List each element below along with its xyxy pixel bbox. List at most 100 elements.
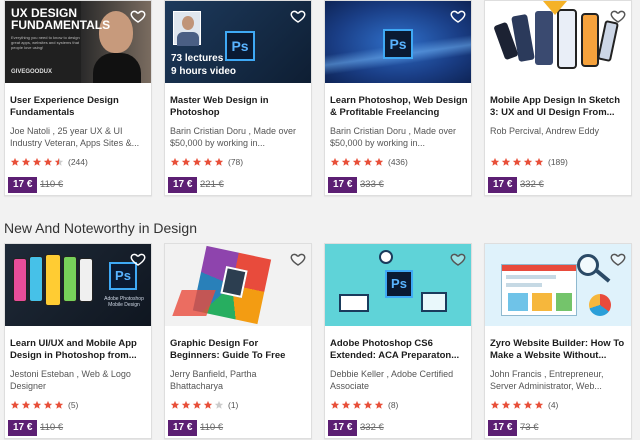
lecture-count: 73 lectures xyxy=(171,53,224,64)
thumbnail-heading: UX DESIGN FUNDAMENTALS xyxy=(11,6,111,32)
video-length: 9 hours video xyxy=(171,66,237,77)
phone-mockup xyxy=(29,256,43,302)
pie-chart-icon xyxy=(589,294,611,316)
rating-stars xyxy=(170,400,225,410)
course-rating: (8) xyxy=(330,399,398,411)
star-icon xyxy=(352,157,362,166)
course-price: 17 € xyxy=(8,177,38,193)
browser-window xyxy=(501,264,577,316)
wishlist-heart-icon[interactable] xyxy=(290,8,306,24)
wishlist-heart-icon[interactable] xyxy=(450,251,466,267)
wishlist-heart-icon[interactable] xyxy=(130,251,146,267)
course-old-price: 110 € xyxy=(40,179,64,190)
phone-mockup xyxy=(63,256,77,302)
star-icon xyxy=(10,157,20,166)
star-icon xyxy=(374,400,384,409)
star-icon xyxy=(21,400,31,409)
course-title[interactable]: Zyro Website Builder: How To Make a Webs… xyxy=(490,338,628,362)
thumbnail-caption: Adobe Photoshop Mobile Design xyxy=(104,296,144,308)
course-rating: (4) xyxy=(490,399,558,411)
course-title[interactable]: Mobile App Design In Sketch 3: UX and UI… xyxy=(490,95,628,119)
star-icon xyxy=(490,157,500,166)
course-author: Rob Percival, Andrew Eddy xyxy=(490,126,600,136)
phone-mockup xyxy=(581,13,599,67)
star-icon xyxy=(330,157,340,166)
rating-stars xyxy=(10,157,65,167)
course-card[interactable]: Mobile App Design In Sketch 3: UX and UI… xyxy=(484,0,632,196)
sketch-logo-icon xyxy=(543,1,567,15)
course-old-price: 73 € xyxy=(520,422,539,433)
magnifier-handle xyxy=(595,269,611,283)
course-title[interactable]: Master Web Design in Photoshop xyxy=(170,95,308,119)
course-author: Debbie Keller , Adobe Certified Associat… xyxy=(330,369,454,391)
wishlist-heart-icon[interactable] xyxy=(130,8,146,24)
star-icon xyxy=(21,157,31,166)
star-icon xyxy=(10,400,20,409)
course-rating: (1) xyxy=(170,399,238,411)
course-card[interactable]: UX DESIGN FUNDAMENTALS Everything you ne… xyxy=(4,0,152,196)
rating-count: (189) xyxy=(548,157,568,167)
star-icon xyxy=(534,157,544,166)
instructor-photo xyxy=(173,11,201,46)
course-row-1: UX DESIGN FUNDAMENTALS Everything you ne… xyxy=(0,0,640,196)
rating-count: (8) xyxy=(388,400,399,410)
rating-stars xyxy=(490,157,545,167)
rating-count: (5) xyxy=(68,400,79,410)
thumbnail-logo: GIVEGOODUX xyxy=(11,69,53,75)
rating-count: (1) xyxy=(228,400,239,410)
course-price: 17 € xyxy=(168,420,198,436)
wishlist-heart-icon[interactable] xyxy=(610,8,626,24)
star-icon xyxy=(534,400,544,409)
star-icon xyxy=(54,157,64,166)
course-card[interactable]: Ps 73 lectures 9 hours video Master Web … xyxy=(164,0,312,196)
course-rating: (189) xyxy=(490,156,568,168)
star-icon xyxy=(330,400,340,409)
rating-count: (244) xyxy=(68,157,88,167)
course-title[interactable]: User Experience Design Fundamentals xyxy=(10,95,148,119)
wishlist-heart-icon[interactable] xyxy=(610,251,626,267)
course-price: 17 € xyxy=(488,177,518,193)
course-card[interactable]: Ps Learn Photoshop, Web Design & Profita… xyxy=(324,0,472,196)
star-icon xyxy=(170,400,180,409)
course-title[interactable]: Learn Photoshop, Web Design & Profitable… xyxy=(330,95,468,119)
star-icon xyxy=(341,400,351,409)
course-card[interactable]: Graphic Design For Beginners: Guide To F… xyxy=(164,243,312,439)
star-icon xyxy=(203,157,213,166)
star-icon xyxy=(181,157,191,166)
course-author: Jerry Banfield, Partha Bhattacharya xyxy=(170,369,257,391)
star-icon xyxy=(512,400,522,409)
star-icon xyxy=(214,400,224,409)
star-icon xyxy=(192,400,202,409)
star-icon xyxy=(32,157,42,166)
phone-mockup xyxy=(596,19,620,63)
wishlist-heart-icon[interactable] xyxy=(450,8,466,24)
rating-count: (78) xyxy=(228,157,244,167)
course-card[interactable]: Ps Adobe Photoshop CS6 Extended: ACA Pre… xyxy=(324,243,472,439)
star-icon xyxy=(181,400,191,409)
phone-mockup xyxy=(13,258,27,302)
course-author: Joe Natoli , 25 year UX & UI Industry Ve… xyxy=(10,126,140,148)
wishlist-heart-icon[interactable] xyxy=(290,251,306,267)
rating-stars xyxy=(170,157,225,167)
course-old-price: 332 € xyxy=(520,179,544,190)
star-icon xyxy=(512,157,522,166)
course-title[interactable]: Graphic Design For Beginners: Guide To F… xyxy=(170,338,308,362)
rating-stars xyxy=(330,400,385,410)
course-rating: (5) xyxy=(10,399,78,411)
photoshop-logo-icon: Ps xyxy=(383,29,413,59)
course-old-price: 332 € xyxy=(360,422,384,433)
star-icon xyxy=(203,400,213,409)
star-icon xyxy=(54,400,64,409)
course-rating: (436) xyxy=(330,156,408,168)
star-icon xyxy=(501,400,511,409)
decoration-shape xyxy=(379,250,393,264)
course-title[interactable]: Learn UI/UX and Mobile App Design in Pho… xyxy=(10,338,148,362)
phone-mockup xyxy=(557,9,577,69)
star-icon xyxy=(170,157,180,166)
course-card[interactable]: Ps Adobe Photoshop Mobile Design Learn U… xyxy=(4,243,152,439)
phone-mockup xyxy=(45,254,61,306)
course-card[interactable]: Zyro Website Builder: How To Make a Webs… xyxy=(484,243,632,439)
course-title[interactable]: Adobe Photoshop CS6 Extended: ACA Prepar… xyxy=(330,338,468,362)
phone-mockup xyxy=(79,258,93,302)
star-icon xyxy=(363,400,373,409)
